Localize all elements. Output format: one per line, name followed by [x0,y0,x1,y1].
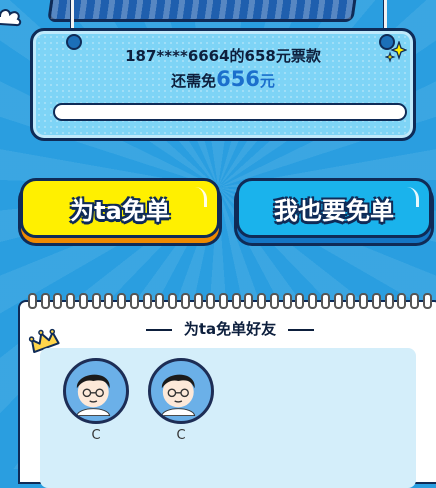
notebook-ring [346,293,356,309]
notebook-ring [359,293,369,309]
notebook-ring [282,293,292,309]
notebook-ring [371,293,381,309]
friends-notebook: 为ta免单好友 C C [18,293,436,488]
notebook-ring [422,293,432,309]
top-banner [47,0,359,22]
notebook-ring [269,293,279,309]
notebook-ring [333,293,343,309]
progress-bar [53,103,407,121]
me-too-free-label: 我也要免单 [274,196,394,225]
remaining-unit: 元 [259,72,275,90]
notebook-ring [320,293,330,309]
notebook-ring [142,293,152,309]
remaining-amount: 656 [216,67,260,91]
free-for-ta-label: 为ta免单 [70,196,170,225]
friend-name: C [91,428,101,443]
friends-list: C C [40,348,416,488]
free-for-ta-button[interactable]: 为ta免单 [20,178,220,238]
notebook-ring [257,293,267,309]
notebook-ring [206,293,216,309]
remaining-prefix: 还需免 [171,72,217,90]
friend-name: C [176,428,186,443]
notebook-ring [40,293,50,309]
notebook-ring [180,293,190,309]
notebook-ring [231,293,241,309]
friends-title-text: 为ta免单好友 [183,320,277,338]
notebook-ring [193,293,203,309]
notebook-ring [28,293,37,309]
notebook-ring [129,293,139,309]
notebook-ring [244,293,254,309]
notebook-ring [78,293,88,309]
notebook-ring [219,293,229,309]
ticket-info-card: 187****6664的658元票款 还需免656元 [30,28,416,141]
avatar-boy-icon [161,374,196,416]
me-too-free-button[interactable]: 我也要免单 [236,178,432,238]
friends-title: 为ta免单好友 [20,318,436,339]
notebook-ring [397,293,407,309]
avatar [63,358,129,424]
avatar [148,358,214,424]
ticket-owner-text: 187****6664的658元票款 [125,47,321,65]
notebook-rings [28,293,432,309]
notebook-ring [155,293,165,309]
notebook-ring [66,293,76,309]
notebook-ring [410,293,420,309]
notebook-ring [295,293,305,309]
cloud-icon [0,9,22,27]
notebook-ring [117,293,127,309]
friend-item[interactable]: C [145,358,217,443]
friend-item[interactable]: C [60,358,132,443]
notebook-ring [168,293,178,309]
notebook-ring [104,293,114,309]
notebook-ring [384,293,394,309]
notebook-ring [91,293,101,309]
remaining-text: 还需免656元 [33,67,413,91]
avatar-boy-icon [76,374,111,416]
sparkle-icon [385,41,407,63]
notebook-ring [308,293,318,309]
notebook-ring [53,293,63,309]
